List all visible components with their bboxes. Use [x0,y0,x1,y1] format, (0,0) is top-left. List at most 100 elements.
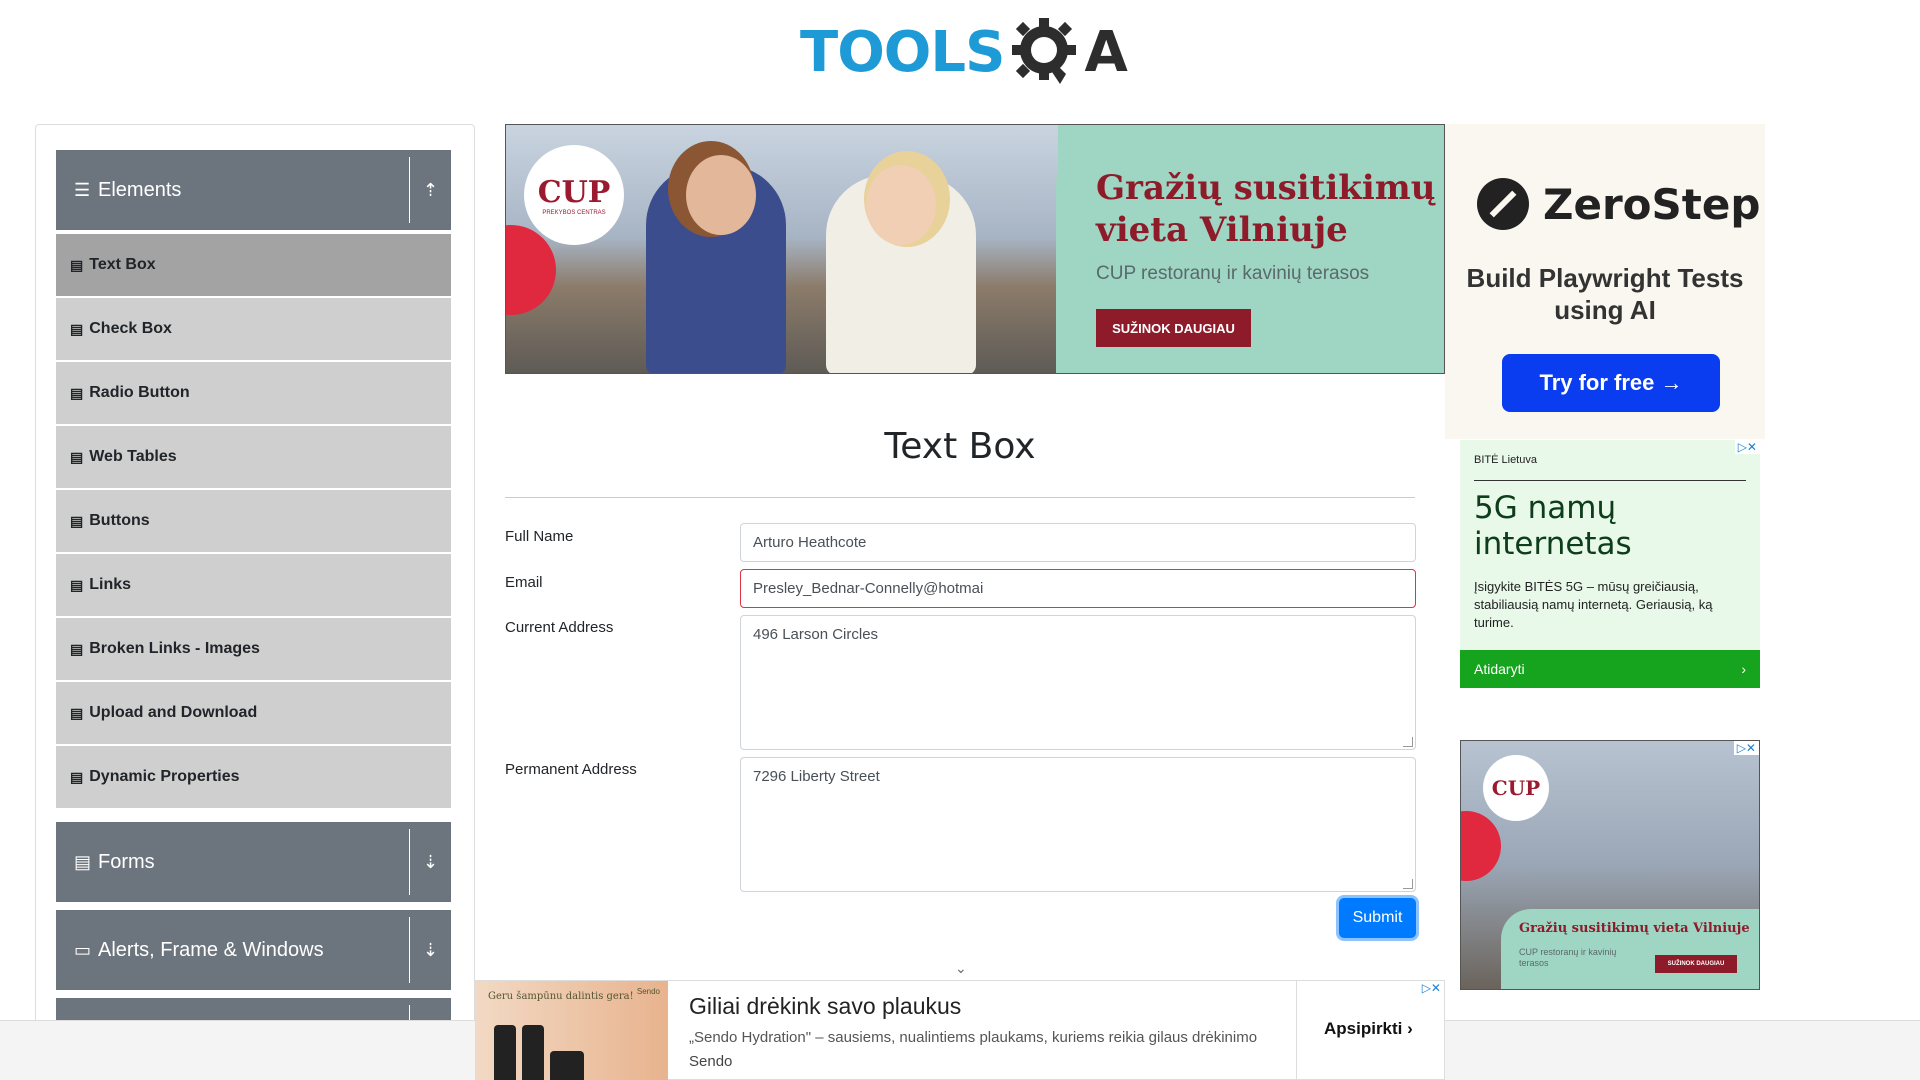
sidebar-item-label: Dynamic Properties [89,768,240,785]
email-label: Email [505,574,543,591]
ad-text-panel: Gražių susitikimų vieta Vilniuje CUP res… [1501,909,1759,989]
sidebar-item-label: Broken Links - Images [89,640,260,657]
ad-choices-close-icon[interactable]: ▷✕ [1734,440,1760,454]
bite-title: 5G namų internetas [1474,490,1632,562]
divider [1296,981,1297,1080]
header: TOOLS A [0,0,1920,110]
ad-title: Gražių susitikimų vieta Vilniuje [1519,921,1750,936]
zerostep-name: ZeroStep [1543,179,1761,229]
group-label: Forms [98,850,155,873]
sidebar-item-check-box[interactable]: ▤ Check Box [56,298,451,360]
email-input[interactable]: Presley_Bednar-Connelly@hotmai [740,569,1416,608]
bite-brand: BITĖ Lietuva [1474,454,1537,466]
cup-banner-ad[interactable]: CUP PREKYBOS CENTRAS Gražių susitikimų v… [505,124,1445,374]
ad-title: Giliai drėkink savo plaukus [689,993,962,1019]
group-label: Elements [98,178,182,201]
permanent-address-label: Permanent Address [505,761,637,778]
group-alerts[interactable]: ▭ Alerts, Frame & Windows ⇣ [56,910,451,990]
zerostep-ad[interactable]: ZeroStep Build Playwright Tests using AI… [1445,124,1765,439]
sidebar-item-label: Web Tables [89,448,177,465]
sidebar-item-web-tables[interactable]: ▤ Web Tables [56,426,451,488]
document-icon: ▤ [70,448,84,465]
cup-logo-subtext: PREKYBOS CENTRAS [542,209,606,216]
group-elements[interactable]: ☰ Elements ⇡ [56,150,451,230]
banner-cta-button[interactable]: SUŽINOK DAUGIAU [1096,309,1251,347]
permanent-address-textarea[interactable]: 7296 Liberty Street [740,757,1416,892]
person-image [826,165,976,373]
product-bottle-image [522,1025,544,1080]
sidebar-item-broken-links[interactable]: ▤ Broken Links - Images [56,618,451,680]
toolsqa-logo[interactable]: TOOLS A [800,14,1128,90]
full-name-label: Full Name [505,528,574,545]
ad-subtitle: CUP restoranų ir kavinių terasos [1519,947,1617,968]
divider [1474,480,1746,481]
ad-choices-close-icon[interactable]: ▷✕ [1418,981,1444,995]
resize-handle-icon[interactable] [1403,737,1413,747]
expand-icon[interactable]: ⇣ [409,829,451,895]
document-icon: ▤ [70,576,84,593]
chevron-down-icon[interactable]: ⌄ [955,960,967,977]
zerostep-mark-icon [1477,178,1529,230]
sidebar: ☰ Elements ⇡ ▤ Text Box ▤ Check Box ▤ Ra… [35,124,475,1024]
gear-q-icon [1004,12,1084,92]
collapse-icon[interactable]: ⇡ [409,157,451,223]
product-jar-image [550,1051,584,1080]
zerostep-logo: ZeroStep [1477,178,1760,230]
sidebar-item-label: Text Box [89,256,156,273]
bite-ad[interactable]: ▷✕ BITĖ Lietuva 5G namų internetas Įsigy… [1460,440,1760,688]
cup-small-ad[interactable]: CUP ▷✕ Gražių susitikimų vieta Vilniuje … [1460,740,1760,990]
sidebar-item-links[interactable]: ▤ Links [56,554,451,616]
bite-text: Įsigykite BITĖS 5G – mūsų greičiausią, s… [1474,579,1713,630]
page-title: Text Box [884,426,1036,467]
ad-tagline: Geru šampūnu dalintis gera! [488,991,634,1002]
sidebar-item-label: Upload and Download [89,704,258,721]
bite-cta-bar[interactable]: Atidaryti › [1460,650,1760,688]
shop-button[interactable]: Apsipirkti › [1324,1019,1413,1039]
sidebar-item-dynamic-properties[interactable]: ▤ Dynamic Properties [56,746,451,808]
try-for-free-button[interactable]: Try for free → [1502,354,1720,412]
bite-cta-label: Atidaryti [1474,661,1525,677]
divider [505,497,1415,498]
sidebar-item-upload-download[interactable]: ▤ Upload and Download [56,682,451,744]
submit-button[interactable]: Submit [1339,898,1416,938]
document-icon: ▤ [70,320,84,337]
sidebar-item-text-box[interactable]: ▤ Text Box [56,234,451,296]
sidebar-item-label: Radio Button [89,384,190,401]
sidebar-item-buttons[interactable]: ▤ Buttons [56,490,451,552]
page: TOOLS A ☰ Elements ⇡ ▤ Text Box ▤ Check … [0,0,1920,1080]
banner-subtitle: CUP restoranų ir kavinių terasos [1096,263,1370,284]
ad-choices-close-icon[interactable]: ▷✕ [1733,741,1759,755]
product-bottle-image [494,1025,516,1080]
chevron-right-icon: › [1741,661,1746,677]
document-icon: ▤ [70,384,84,401]
cup-logo-text: CUP [537,174,611,210]
current-address-label: Current Address [505,619,614,636]
ad-cta-button[interactable]: SUŽINOK DAUGIAU [1655,955,1737,973]
person-image [646,155,786,373]
hamburger-icon: ☰ [74,179,91,200]
group-label: Alerts, Frame & Windows [98,938,324,961]
logo-text: TOOLS [800,19,1005,85]
document-icon: ▤ [70,768,84,785]
current-address-textarea[interactable]: 496 Larson Circles [740,615,1416,750]
banner-title: Gražių susitikimų vieta Vilniuje [1096,168,1436,250]
banner-text-panel: Gražių susitikimų vieta Vilniuje CUP res… [1056,125,1444,373]
cup-logo: CUP [1483,755,1549,821]
sidebar-item-label: Buttons [89,512,150,529]
full-name-input[interactable]: Arturo Heathcote [740,523,1416,562]
ad-source: Sendo [689,1053,733,1070]
ad-description: „Sendo Hydration" – sausiems, nualintiem… [689,1029,1258,1046]
ad-image-brand: Sendo [636,987,660,996]
sendo-bottom-ad[interactable]: Geru šampūnu dalintis gera! Sendo Giliai… [475,980,1445,1080]
group-forms[interactable]: ▤ Forms ⇣ [56,822,451,902]
expand-icon[interactable]: ⇣ [409,917,451,983]
document-icon: ▤ [70,256,84,273]
cup-logo: CUP PREKYBOS CENTRAS [524,145,624,245]
form-icon: ▤ [74,851,92,872]
resize-handle-icon[interactable] [1403,879,1413,889]
sidebar-item-radio-button[interactable]: ▤ Radio Button [56,362,451,424]
document-icon: ▤ [70,640,84,657]
sidebar-item-label: Check Box [89,320,172,337]
permanent-address-value: 7296 Liberty Street [753,768,880,785]
logo-text-a: A [1084,19,1128,85]
